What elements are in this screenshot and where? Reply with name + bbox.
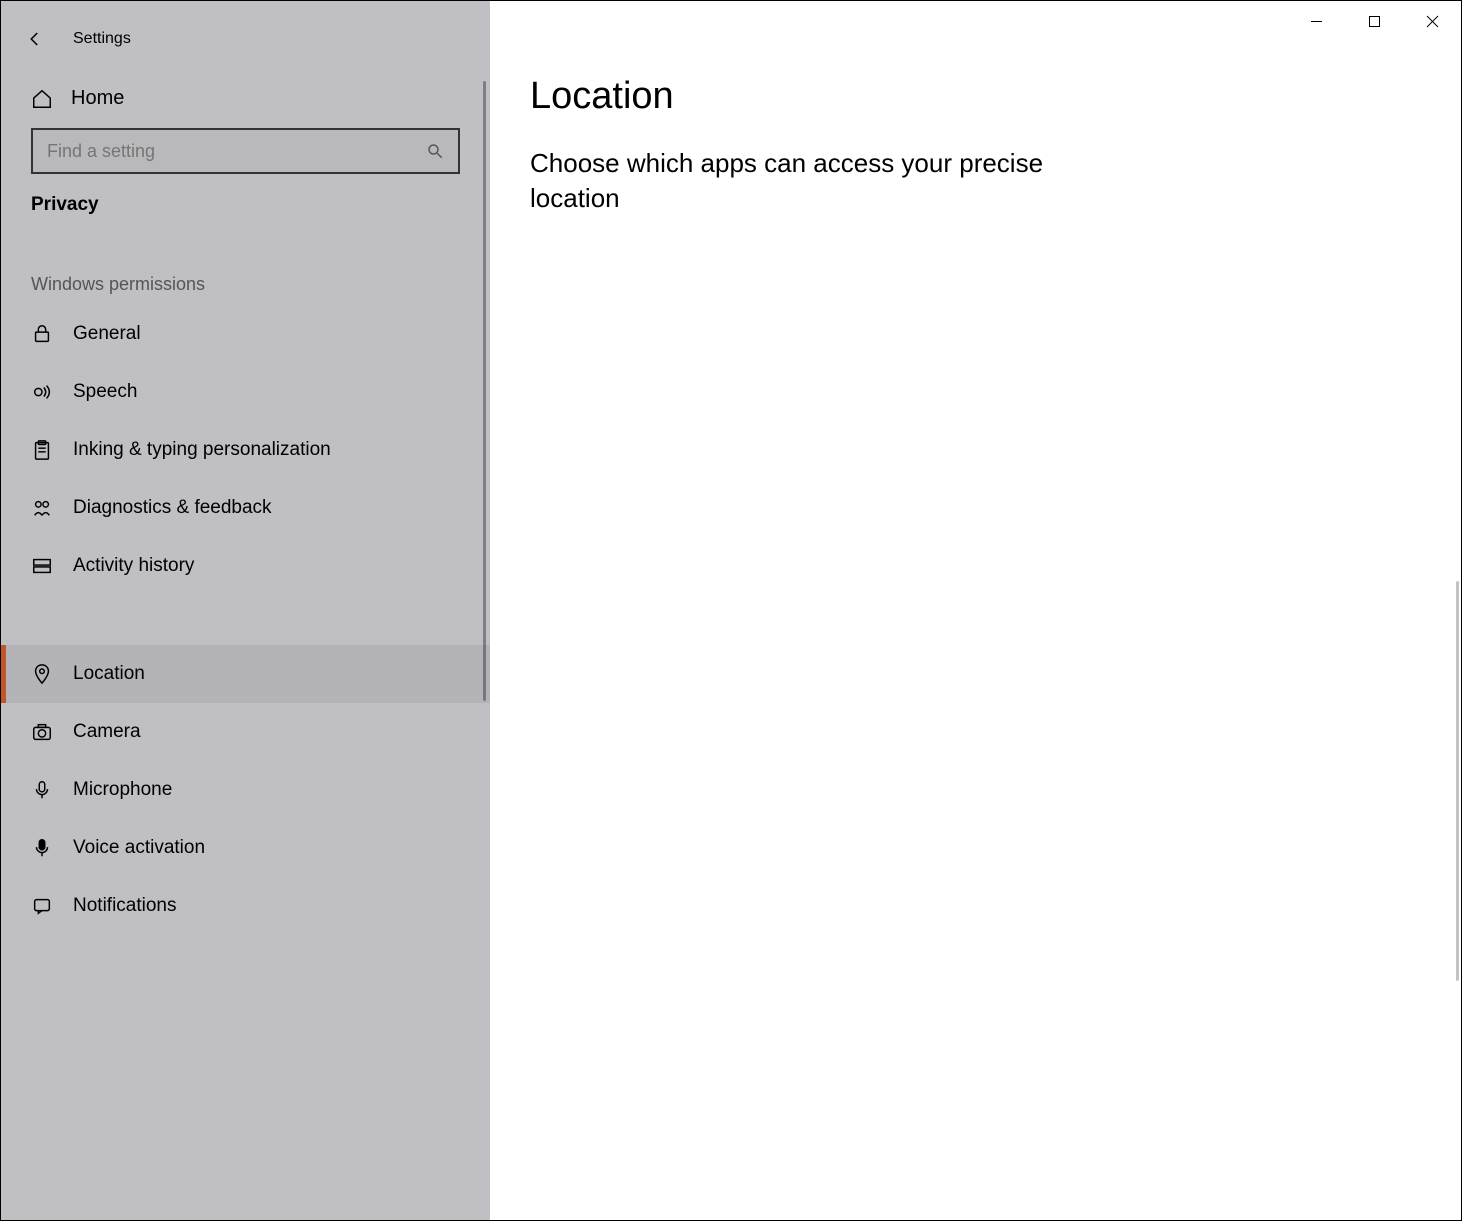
maximize-button[interactable] <box>1345 1 1403 41</box>
nav-label: Microphone <box>73 779 172 801</box>
titlebar-left: Settings <box>1 13 490 79</box>
nav-label: Inking & typing personalization <box>73 439 331 461</box>
nav-label: Location <box>73 663 145 685</box>
main-scrollbar[interactable] <box>1456 581 1459 981</box>
nav-label: Camera <box>73 721 141 743</box>
settings-sidebar: Settings Home Privacy Windows permission… <box>1 1 490 1220</box>
section-windows-permissions: Windows permissions <box>1 234 490 305</box>
close-icon <box>1426 15 1439 28</box>
window-title: Settings <box>73 30 131 48</box>
home-link[interactable]: Home <box>1 79 490 128</box>
main-content: Location Choose which apps can access yo… <box>490 1 1461 1220</box>
page-title: Location <box>530 75 1421 118</box>
history-icon <box>31 555 53 577</box>
nav-speech[interactable]: Speech <box>1 363 490 421</box>
microphone-icon <box>31 779 53 801</box>
nav-activity[interactable]: Activity history <box>1 537 490 595</box>
nav-diagnostics[interactable]: Diagnostics & feedback <box>1 479 490 537</box>
notifications-icon <box>31 895 53 917</box>
page-subtitle: Choose which apps can access your precis… <box>530 146 1110 216</box>
location-icon <box>31 663 53 685</box>
minimize-icon <box>1310 15 1323 28</box>
window-controls <box>1287 1 1461 41</box>
home-icon <box>31 88 53 110</box>
camera-icon <box>31 721 53 743</box>
nav-inking[interactable]: Inking & typing personalization <box>1 421 490 479</box>
category-label: Privacy <box>1 194 490 234</box>
back-arrow-icon <box>26 30 44 48</box>
search-input-container[interactable] <box>31 128 460 174</box>
voice-icon <box>31 837 53 859</box>
section-app-permissions <box>1 595 490 645</box>
nav-microphone[interactable]: Microphone <box>1 761 490 819</box>
nav-camera[interactable]: Camera <box>1 703 490 761</box>
nav-general[interactable]: General <box>1 305 490 363</box>
back-button[interactable] <box>15 19 55 59</box>
close-button[interactable] <box>1403 1 1461 41</box>
nav-voice[interactable]: Voice activation <box>1 819 490 877</box>
nav-label: Activity history <box>73 555 194 577</box>
nav-label: General <box>73 323 141 345</box>
nav-label: Speech <box>73 381 137 403</box>
nav-label: Voice activation <box>73 837 205 859</box>
home-label: Home <box>71 87 124 110</box>
lock-icon <box>31 323 53 345</box>
nav-notifications[interactable]: Notifications <box>1 877 490 935</box>
maximize-icon <box>1368 15 1381 28</box>
search-icon <box>426 142 444 160</box>
clipboard-icon <box>31 439 53 461</box>
minimize-button[interactable] <box>1287 1 1345 41</box>
search-input[interactable] <box>47 141 426 162</box>
nav-label: Notifications <box>73 895 177 917</box>
nav-label: Diagnostics & feedback <box>73 497 272 519</box>
feedback-icon <box>31 497 53 519</box>
speech-icon <box>31 381 53 403</box>
nav-location[interactable]: Location <box>1 645 490 703</box>
